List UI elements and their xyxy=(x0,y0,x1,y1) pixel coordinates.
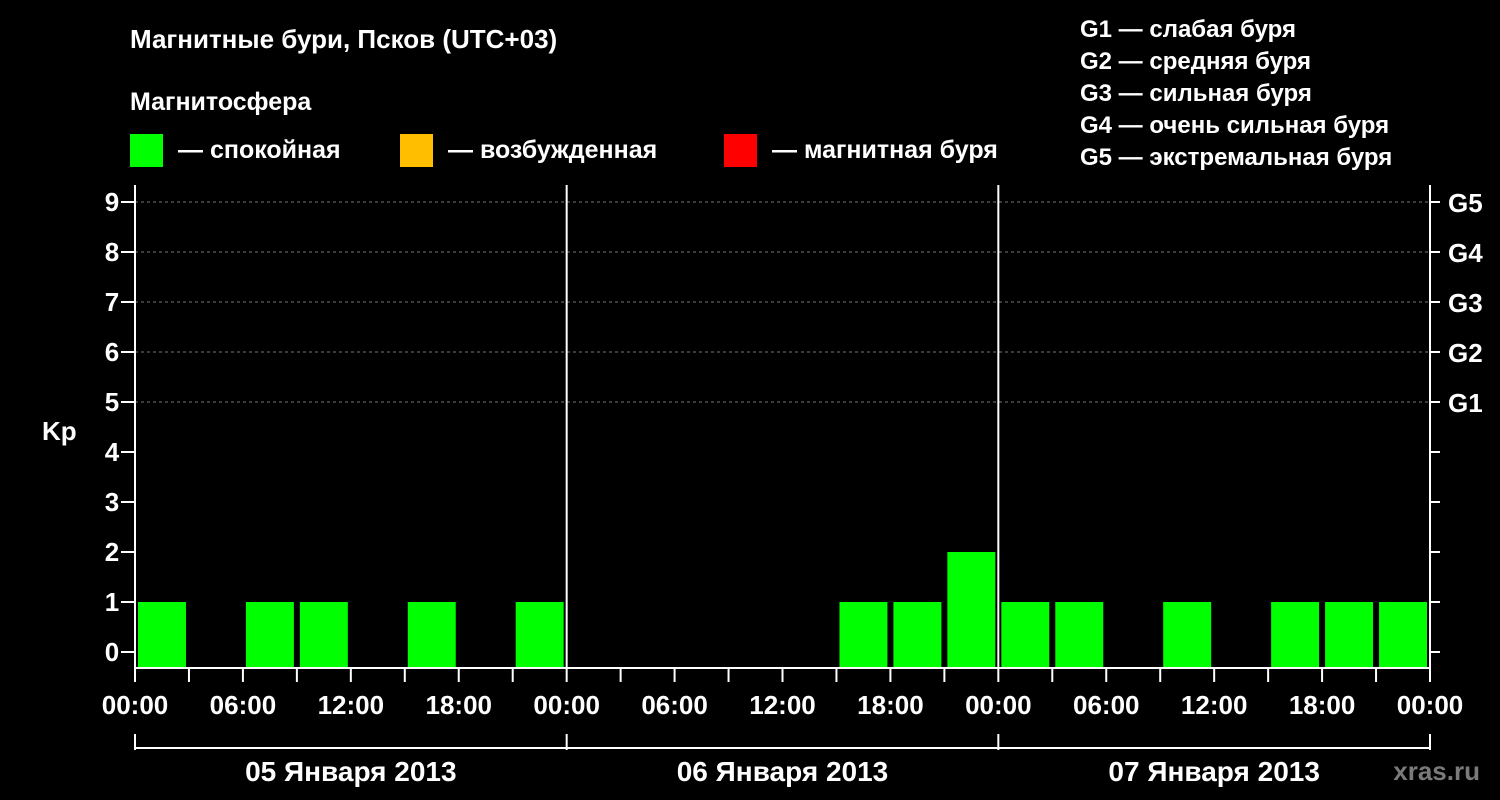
bar-3 xyxy=(299,602,348,668)
x-tick-label-12: 00:00 xyxy=(1397,690,1464,720)
storm-scale-item-2: G2 — средняя буря xyxy=(1080,48,1311,75)
legend-swatch-1 xyxy=(400,134,433,167)
y-tick-label-1: 1 xyxy=(105,587,119,617)
y-tick-label-8: 8 xyxy=(105,237,119,267)
y-tick-label-3: 3 xyxy=(105,487,119,517)
y-tick-label-5: 5 xyxy=(105,387,119,417)
x-tick-label-2: 12:00 xyxy=(318,690,385,720)
bar-22 xyxy=(1325,602,1374,668)
x-tick-label-8: 00:00 xyxy=(965,690,1032,720)
chart-title: Магнитные бури, Псков (UTC+03) xyxy=(130,24,557,54)
y-tick-label-0: 0 xyxy=(105,637,119,667)
y-tick-label-9: 9 xyxy=(105,187,119,217)
legend-label-1: — возбужденная xyxy=(448,136,657,164)
x-tick-label-6: 12:00 xyxy=(749,690,816,720)
bar-19 xyxy=(1163,602,1212,668)
axes: 0 1 2 3 4 5 6 7 8 9 G1 G2 G3 G4 G5 00:00 06:00 12:00 18:00… xyxy=(102,185,1483,787)
bar-21 xyxy=(1271,602,1320,668)
right-axis-label-G3: G3 xyxy=(1448,288,1483,318)
x-tick-label-0: 00:00 xyxy=(102,690,169,720)
bar-2 xyxy=(245,602,294,668)
storm-scale-legend: G1 — слабая буря G2 — средняя буря G3 — си… xyxy=(1080,16,1392,171)
bar-5 xyxy=(407,602,456,668)
right-axis-label-G4: G4 xyxy=(1448,238,1483,268)
y-tick-label-7: 7 xyxy=(105,287,119,317)
bars xyxy=(138,552,1427,668)
right-axis-label-G2: G2 xyxy=(1448,338,1483,368)
bar-13 xyxy=(839,602,888,668)
y-axis-label: Kp xyxy=(42,416,77,446)
x-tick-label-10: 12:00 xyxy=(1181,690,1248,720)
x-tick-label-9: 06:00 xyxy=(1073,690,1140,720)
x-tick-label-5: 06:00 xyxy=(641,690,708,720)
x-tick-label-3: 18:00 xyxy=(426,690,493,720)
storm-scale-item-5: G5 — экстремальная буря xyxy=(1080,144,1392,171)
y-tick-label-6: 6 xyxy=(105,337,119,367)
legend: — спокойная — возбужденная — магнитная бур… xyxy=(130,134,998,167)
storm-scale-item-1: G1 — слабая буря xyxy=(1080,16,1296,43)
legend-label-0: — спокойная xyxy=(178,136,341,164)
y-tick-label-4: 4 xyxy=(105,437,120,467)
legend-swatch-2 xyxy=(724,134,757,167)
x-tick-label-1: 06:00 xyxy=(210,690,277,720)
watermark: xras.ru xyxy=(1393,756,1480,786)
bar-16 xyxy=(1001,602,1050,668)
bar-23 xyxy=(1379,602,1427,668)
storm-scale-item-3: G3 — сильная буря xyxy=(1080,80,1312,107)
bar-14 xyxy=(893,602,942,668)
storm-scale-item-4: G4 — очень сильная буря xyxy=(1080,112,1389,139)
bar-15 xyxy=(947,552,996,668)
day-label-1: 06 Января 2013 xyxy=(677,756,889,787)
bar-17 xyxy=(1055,602,1104,668)
bar-7 xyxy=(515,602,564,668)
legend-label-2: — магнитная буря xyxy=(772,136,998,164)
legend-swatch-0 xyxy=(130,134,163,167)
bar-0 xyxy=(138,602,186,668)
legend-title: Магнитосфера xyxy=(130,88,312,116)
day-label-0: 05 Января 2013 xyxy=(245,756,457,787)
grid xyxy=(135,201,1430,403)
x-tick-label-11: 18:00 xyxy=(1289,690,1356,720)
kp-chart: Магнитные бури, Псков (UTC+03) Магнитосф… xyxy=(42,16,1483,787)
day-label-2: 07 Января 2013 xyxy=(1108,756,1320,787)
y-tick-label-2: 2 xyxy=(105,537,119,567)
x-tick-label-7: 18:00 xyxy=(857,690,924,720)
right-axis-label-G1: G1 xyxy=(1448,388,1483,418)
x-tick-label-4: 00:00 xyxy=(533,690,600,720)
right-axis-label-G5: G5 xyxy=(1448,188,1483,218)
